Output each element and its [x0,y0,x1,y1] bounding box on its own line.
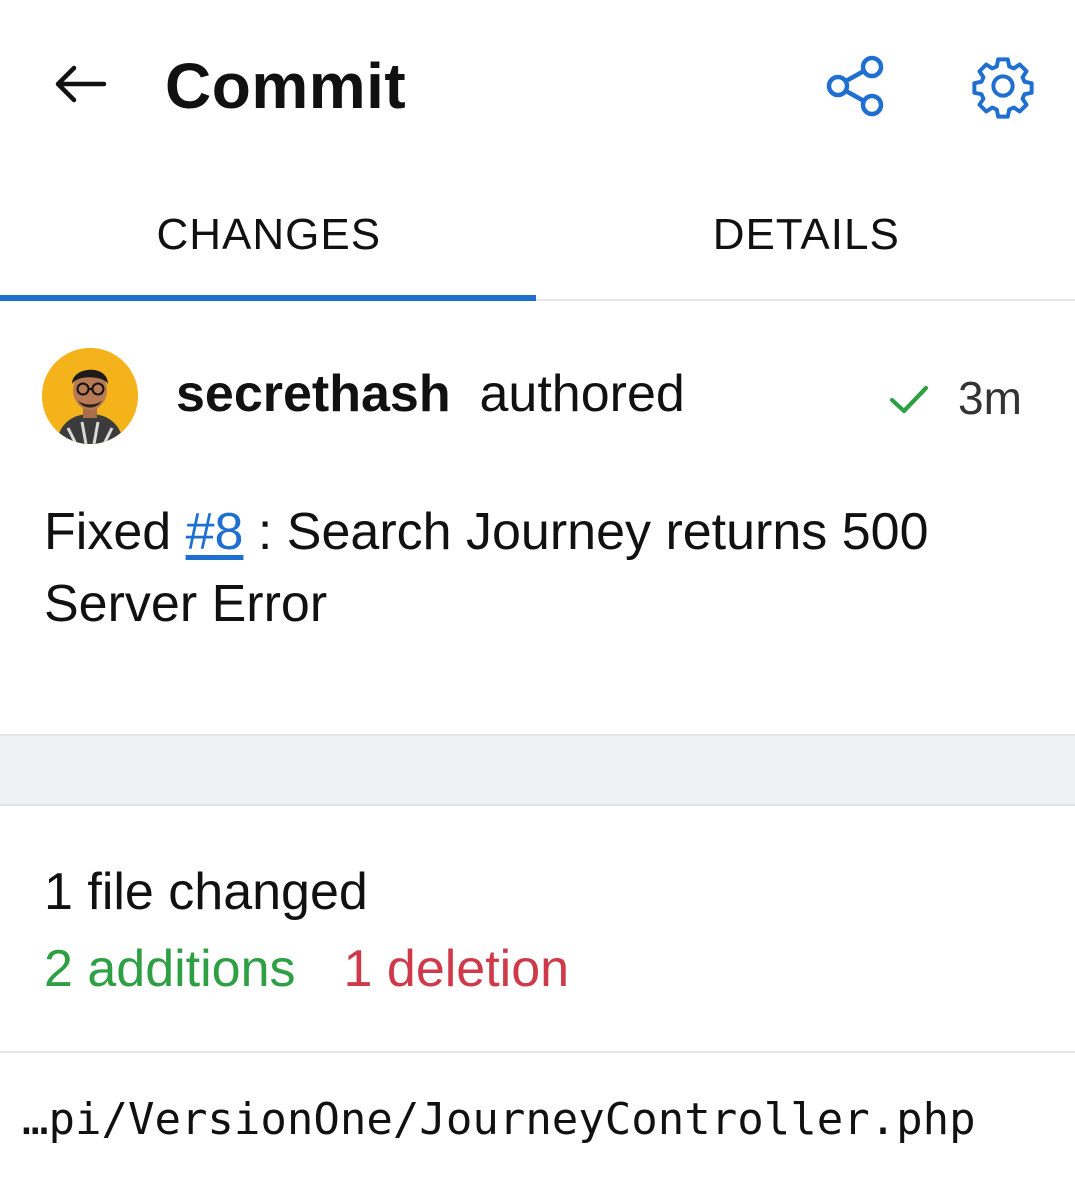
issue-link[interactable]: #8 [186,503,244,561]
author-name[interactable]: secrethash [176,365,451,423]
additions-count: 2 additions [44,940,296,998]
app-bar: Commit [0,0,1075,170]
message-prefix: Fixed [44,503,186,561]
share-button[interactable] [818,48,894,124]
arrow-left-icon [55,65,107,103]
share-icon [826,55,884,117]
files-changed-count: 1 file changed [44,863,368,921]
commit-author-row: secrethash authored 3m [0,340,1075,452]
tab-details[interactable]: DETAILS [538,170,1075,299]
deletions-count: 1 deletion [343,940,570,998]
tab-bar: CHANGES DETAILS [0,170,1075,301]
section-divider [0,734,1075,806]
diff-stats: 2 additions 1 deletion [44,937,569,1001]
divider [0,1051,1075,1053]
author-action [465,365,479,423]
settings-button[interactable] [965,48,1041,124]
tab-changes[interactable]: CHANGES [0,170,538,301]
commit-message: Fixed #8 : Search Journey returns 500 Se… [44,496,1034,640]
author-action-text: authored [479,365,685,423]
checkmark-icon [889,385,929,414]
avatar-image [42,348,138,444]
avatar[interactable] [42,348,138,444]
back-button[interactable] [48,56,112,112]
changed-file-row[interactable]: …pi/VersionOne/JourneyController.php [22,1090,1062,1150]
page-title: Commit [165,50,407,122]
author-line: secrethash authored [176,362,685,426]
commit-time: 3m [958,372,1022,424]
gear-icon [972,57,1034,119]
